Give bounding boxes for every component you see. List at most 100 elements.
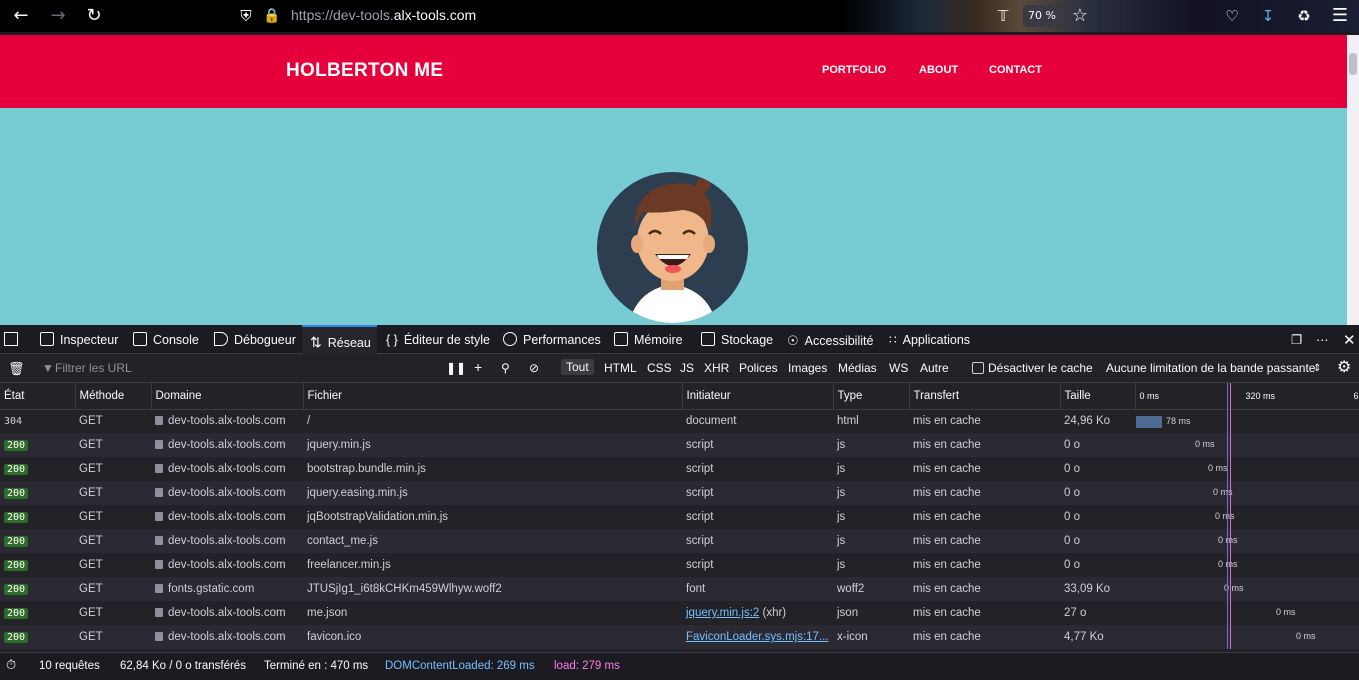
timing-label: 0 ms xyxy=(1276,607,1296,617)
pocket-icon[interactable]: ♡ xyxy=(1220,4,1244,28)
tick-640ms: 6 xyxy=(1353,391,1359,401)
table-cell: 200 xyxy=(0,577,75,601)
col-methode[interactable]: Méthode xyxy=(75,383,152,410)
size-cell: 0 o xyxy=(1064,511,1080,523)
extensions-icon[interactable]: ♻ xyxy=(1292,4,1316,28)
reload-icon[interactable]: ↻ xyxy=(82,4,106,28)
performance-analysis-icon[interactable]: ⏱ xyxy=(6,657,16,673)
tick-320ms: 320 ms xyxy=(1245,391,1276,401)
table-row[interactable]: 304 GET dev-tools.alx-tools.com / document ht… xyxy=(0,409,1359,433)
tab-label: Accessibilité xyxy=(804,334,874,348)
nav-link-about[interactable]: ABOUT xyxy=(919,64,989,76)
col-fichier[interactable]: Fichier xyxy=(303,383,683,410)
shield-icon[interactable]: ⛨ xyxy=(234,4,258,28)
table-cell: 200 xyxy=(0,433,75,457)
table-cell: html xyxy=(833,409,909,433)
filter-polices[interactable]: Polices xyxy=(739,361,778,375)
search-icon[interactable]: ⚲ xyxy=(501,361,510,375)
table-cell: GET xyxy=(75,433,151,457)
throttle-select[interactable]: Aucune limitation de la bande passante xyxy=(1106,361,1315,375)
chevron-updown-icon[interactable]: ⇕ xyxy=(1313,363,1321,374)
filter-js[interactable]: JS xyxy=(680,361,694,375)
element-picker-icon[interactable] xyxy=(4,325,24,354)
table-row[interactable]: 200 GET fonts.gstatic.com JTUSjIg1_i6t8kCHK… xyxy=(0,577,1359,601)
tab-memoire[interactable]: Mémoire xyxy=(614,325,683,354)
bookmark-star-icon[interactable]: ☆ xyxy=(1068,4,1092,28)
size-cell: 0 o xyxy=(1064,535,1080,547)
table-cell: 304 xyxy=(0,409,75,433)
clear-trash-icon[interactable]: 🗑 xyxy=(8,361,25,377)
status-badge: 200 xyxy=(4,632,29,643)
nav-link-contact[interactable]: CONTACT xyxy=(989,64,1042,76)
table-row[interactable]: 200 GET dev-tools.alx-tools.com contact_me.… xyxy=(0,529,1359,553)
web-page: HOLBERTON ME PORTFOLIO ABOUT CONTACT xyxy=(0,35,1347,325)
table-row[interactable]: 200 GET dev-tools.alx-tools.com me.json jque… xyxy=(0,601,1359,625)
type-cell: json xyxy=(837,607,859,619)
tab-label: Éditeur de style xyxy=(403,333,490,347)
filter-html[interactable]: HTML xyxy=(604,361,637,375)
tab-debogueur[interactable]: Débogueur xyxy=(214,325,296,354)
url-bar[interactable]: https://dev-tools.alx-tools.com xyxy=(291,7,476,23)
tab-performances[interactable]: Performances xyxy=(503,325,601,354)
filter-css[interactable]: CSS xyxy=(647,361,672,375)
add-icon[interactable]: + xyxy=(474,359,482,375)
zoom-level-button[interactable]: 70 % xyxy=(1023,5,1061,27)
tab-stockage[interactable]: Stockage xyxy=(701,325,773,354)
menu-icon[interactable]: ☰ xyxy=(1328,4,1352,28)
filter-tout[interactable]: Tout xyxy=(561,359,594,375)
filter-ws[interactable]: WS xyxy=(889,361,908,375)
back-arrow-icon[interactable]: ← xyxy=(9,4,33,28)
lock-icon[interactable]: 🔒 xyxy=(260,4,284,28)
initiator-link[interactable]: FaviconLoader.sys.mjs:17... xyxy=(686,631,829,643)
type-cell: js xyxy=(837,511,846,523)
dock-mode-icon[interactable]: ❐ xyxy=(1291,325,1302,354)
col-waterfall[interactable]: 0 ms 320 ms 6 xyxy=(1135,383,1359,410)
page-scrollbar[interactable] xyxy=(1347,35,1359,325)
table-row[interactable]: 200 GET dev-tools.alx-tools.com jquery.easi… xyxy=(0,481,1359,505)
table-row[interactable]: 200 GET dev-tools.alx-tools.com jqBootstrap… xyxy=(0,505,1359,529)
nav-link-portfolio[interactable]: PORTFOLIO xyxy=(822,64,919,76)
table-cell: jqBootstrapValidation.min.js xyxy=(303,505,682,529)
tab-console[interactable]: Console xyxy=(133,325,199,354)
forward-arrow-icon[interactable]: → xyxy=(46,4,70,28)
initiator-link[interactable]: jquery.min.js:2 xyxy=(686,607,759,619)
filter-url-input[interactable]: Filtrer les URL xyxy=(55,361,132,375)
disable-cache-checkbox[interactable] xyxy=(972,362,984,374)
filter-autre[interactable]: Autre xyxy=(920,361,949,375)
table-cell: dev-tools.alx-tools.com xyxy=(151,457,303,481)
tab-accessibilite[interactable]: ☉ Accessibilité xyxy=(787,325,873,354)
download-icon[interactable]: ↧ xyxy=(1256,4,1280,28)
col-initiateur[interactable]: Initiateur xyxy=(682,383,834,410)
filter-images[interactable]: Images xyxy=(788,361,827,375)
table-row[interactable]: 200 GET dev-tools.alx-tools.com jquery.min.… xyxy=(0,433,1359,457)
filter-xhr[interactable]: XHR xyxy=(704,361,729,375)
col-etat[interactable]: État xyxy=(0,383,76,410)
site-brand[interactable]: HOLBERTON ME xyxy=(286,60,443,82)
col-domaine[interactable]: Domaine xyxy=(151,383,304,410)
tab-editeur-de-style[interactable]: { } Éditeur de style xyxy=(386,325,490,354)
timing-label: 0 ms xyxy=(1215,511,1235,521)
block-icon[interactable]: ⊘ xyxy=(529,361,539,375)
tab-reseau[interactable]: ⇅ Réseau xyxy=(302,325,377,354)
col-taille[interactable]: Taille xyxy=(1060,383,1136,410)
table-row[interactable]: 200 GET dev-tools.alx-tools.com favicon.ico… xyxy=(0,625,1359,649)
col-type[interactable]: Type xyxy=(833,383,910,410)
close-devtools-icon[interactable]: ✕ xyxy=(1343,325,1356,354)
table-cell: 200 xyxy=(0,553,75,577)
tab-applications[interactable]: ∷ Applications xyxy=(889,325,970,354)
table-row[interactable]: 200 GET dev-tools.alx-tools.com bootstrap.b… xyxy=(0,457,1359,481)
col-transfert[interactable]: Transfert xyxy=(909,383,1061,410)
tab-inspecteur[interactable]: Inspecteur xyxy=(40,325,118,354)
more-options-icon[interactable]: ⋯ xyxy=(1316,325,1329,354)
translate-icon[interactable]: 𝕋 xyxy=(991,4,1015,28)
filter-medias[interactable]: Médias xyxy=(838,361,877,375)
lock-icon xyxy=(155,464,163,473)
table-cell: jquery.min.js xyxy=(303,433,682,457)
method-cell: GET xyxy=(79,631,103,643)
scrollbar-thumb[interactable] xyxy=(1349,53,1357,75)
pause-icon[interactable]: ❚❚ xyxy=(446,361,466,375)
gear-icon[interactable]: ⚙ xyxy=(1337,357,1351,377)
domain-cell: dev-tools.alx-tools.com xyxy=(168,487,286,499)
table-row[interactable]: 200 GET dev-tools.alx-tools.com freelancer.… xyxy=(0,553,1359,577)
table-cell: 0 o xyxy=(1060,505,1135,529)
